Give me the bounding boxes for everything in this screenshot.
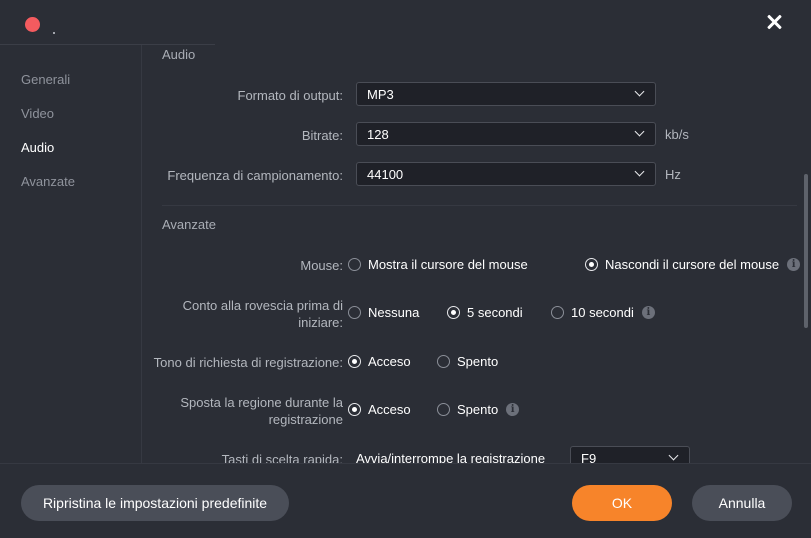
radio-circle (437, 403, 450, 416)
window-dot-icon[interactable] (25, 17, 40, 32)
cancel-button[interactable]: Annulla (692, 485, 792, 521)
chevron-down-icon (634, 166, 645, 177)
hotkeys-label: Tasti di scelta rapida: (221, 452, 343, 463)
sidebar: Generali Video Audio Avanzate (0, 45, 142, 463)
footer: Ripristina le impostazioni predefinite O… (0, 463, 811, 538)
radio-circle (348, 355, 361, 368)
tone-on-radio[interactable]: Acceso (348, 354, 411, 369)
countdown-label-line1: Conto alla rovescia prima di (182, 298, 343, 313)
settings-panel: Audio Formato di output: MP3 Bitrate: 12… (143, 45, 811, 463)
bitrate-unit: kb/s (665, 127, 689, 142)
section-title-audio: Audio (162, 47, 196, 62)
radio-label: Nessuna (368, 305, 420, 320)
format-select[interactable]: MP3 (356, 82, 656, 106)
radio-circle (447, 306, 460, 319)
radio-circle (348, 306, 361, 319)
move-region-label-line1: Sposta la regione durante la (180, 395, 343, 410)
scrollbar-thumb[interactable] (804, 174, 808, 328)
radio-label: Mostra il cursore del mouse (368, 257, 528, 272)
countdown-label: Conto alla rovescia prima di iniziare: (183, 297, 343, 331)
ok-button[interactable]: OK (572, 485, 672, 521)
countdown-10-radio[interactable]: 10 secondi i (551, 305, 655, 320)
move-region-label-line2: registrazione (268, 412, 343, 427)
section-title-advanced: Avanzate (162, 217, 216, 232)
samplerate-value: 44100 (367, 167, 404, 182)
hotkey-value: F9 (581, 451, 597, 463)
hotkey-action-label: Avvia/interrompe la registrazione (356, 451, 546, 463)
samplerate-select[interactable]: 44100 (356, 162, 656, 186)
radio-circle (348, 258, 361, 271)
radio-label: Nascondi il cursore del mouse (605, 257, 780, 272)
move-region-on-radio[interactable]: Acceso (348, 402, 411, 417)
sidebar-item-video[interactable]: Video (21, 106, 54, 121)
radio-label: Spento (457, 354, 499, 369)
format-label: Formato di output: (237, 88, 344, 103)
radio-circle (348, 403, 361, 416)
mouse-show-radio[interactable]: Mostra il cursore del mouse (348, 257, 528, 272)
sidebar-item-audio[interactable]: Audio (21, 140, 54, 155)
countdown-5-radio[interactable]: 5 secondi (447, 305, 523, 320)
tone-label: Tono di richiesta di registrazione: (153, 355, 343, 370)
bitrate-select[interactable]: 128 (356, 122, 656, 146)
sidebar-item-generali[interactable]: Generali (21, 72, 70, 87)
radio-label: Spento (457, 402, 499, 417)
radio-label: Acceso (368, 354, 411, 369)
chevron-down-icon (634, 86, 645, 97)
reset-defaults-button[interactable]: Ripristina le impostazioni predefinite (21, 485, 289, 521)
info-icon[interactable]: i (787, 258, 801, 271)
radio-label: Acceso (368, 402, 411, 417)
radio-circle (437, 355, 450, 368)
move-region-label: Sposta la regione durante la registrazio… (180, 394, 343, 428)
samplerate-unit: Hz (665, 167, 681, 182)
mouse-hide-radio[interactable]: Nascondi il cursore del mouse i (585, 257, 801, 272)
hotkey-select[interactable]: F9 (570, 446, 690, 463)
info-icon[interactable]: i (641, 306, 655, 319)
info-icon[interactable]: i (506, 403, 520, 416)
title-bar (0, 0, 811, 45)
countdown-none-radio[interactable]: Nessuna (348, 305, 419, 320)
sidebar-item-avanzate[interactable]: Avanzate (21, 174, 75, 189)
close-icon[interactable] (763, 12, 785, 34)
mouse-label: Mouse: (300, 258, 343, 273)
title-dot (53, 32, 55, 34)
format-value: MP3 (367, 87, 394, 102)
move-region-off-radio[interactable]: Spento i (437, 402, 520, 417)
radio-label: 10 secondi (571, 305, 634, 320)
bitrate-value: 128 (367, 127, 389, 142)
section-divider (162, 205, 797, 206)
tone-off-radio[interactable]: Spento (437, 354, 498, 369)
chevron-down-icon (634, 126, 645, 137)
chevron-down-icon (668, 450, 679, 461)
radio-label: 5 secondi (467, 305, 523, 320)
samplerate-label: Frequenza di campionamento: (167, 168, 343, 183)
bitrate-label: Bitrate: (301, 128, 343, 143)
radio-circle (551, 306, 564, 319)
radio-circle (585, 258, 598, 271)
countdown-label-line2: iniziare: (298, 315, 343, 330)
